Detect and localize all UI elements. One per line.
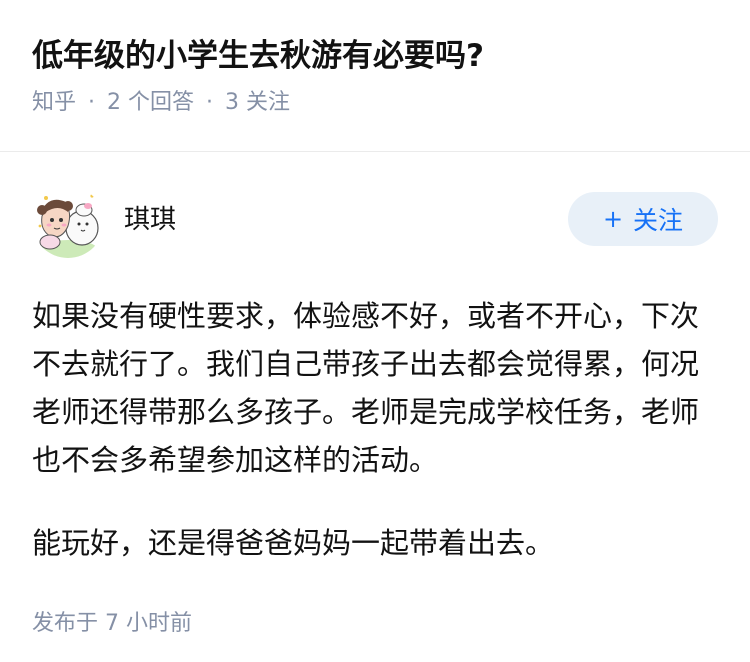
follower-count[interactable]: 3 关注 <box>225 88 290 118</box>
answer-paragraph: 能玩好，还是得爸爸妈妈一起带着出去。 <box>32 526 555 560</box>
answer-card: 琪琪 + 关注 如果没有硬性要求，体验感不好，或者不开心，下次不去就行了。我们自… <box>0 186 750 639</box>
source-label[interactable]: 知乎 <box>32 88 76 118</box>
follow-button[interactable]: + 关注 <box>568 192 718 246</box>
divider <box>0 151 750 152</box>
publish-time: 发布于 7 小时前 <box>32 611 192 636</box>
answer-count[interactable]: 2 个回答 <box>107 88 194 118</box>
answer-paragraph: 如果没有硬性要求，体验感不好，或者不开心，下次不去就行了。我们自己带孩子出去都会… <box>32 299 700 477</box>
author-row: 琪琪 + 关注 <box>32 186 718 292</box>
question-title[interactable]: 低年级的小学生去秋游有必要吗? <box>32 34 718 78</box>
author-name[interactable]: 琪琪 <box>124 202 176 238</box>
avatar-illustration <box>32 186 104 258</box>
question-meta: 知乎 · 2 个回答 · 3 关注 <box>32 88 718 118</box>
question-header: 低年级的小学生去秋游有必要吗? 知乎 · 2 个回答 · 3 关注 <box>0 0 750 117</box>
meta-separator: · <box>88 90 96 115</box>
answer-body: 如果没有硬性要求，体验感不好，或者不开心，下次不去就行了。我们自己带孩子出去都会… <box>32 292 718 567</box>
meta-separator: · <box>206 90 214 115</box>
plus-icon: + <box>602 205 624 233</box>
follow-button-label: 关注 <box>633 206 684 235</box>
avatar[interactable] <box>32 186 104 258</box>
